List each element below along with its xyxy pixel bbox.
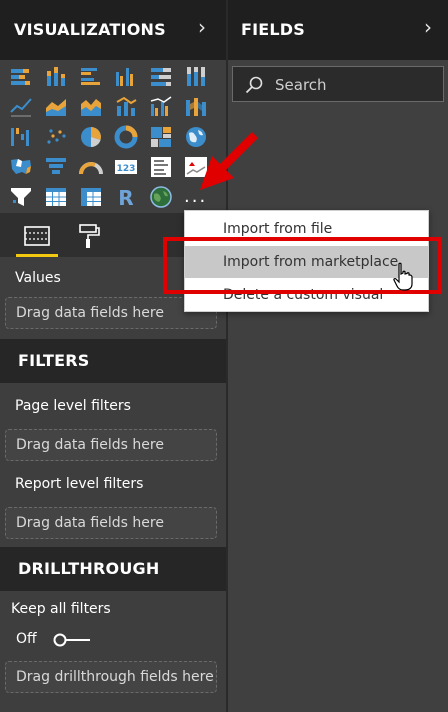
r-visual-icon[interactable]: R [113, 184, 139, 210]
hand-cursor-icon [393, 262, 413, 291]
area-chart-icon[interactable] [43, 94, 69, 120]
page-filters-drop-zone[interactable]: Drag data fields here [5, 429, 217, 461]
report-level-filters-label: Report level filters [15, 476, 144, 492]
globe-map-icon[interactable] [148, 184, 174, 210]
matrix-icon[interactable] [78, 184, 104, 210]
drillthrough-title: DRILLTHROUGH [18, 559, 160, 578]
format-paint-roller-icon[interactable] [74, 221, 104, 251]
line-chart-icon[interactable] [8, 94, 34, 120]
values-label: Values [15, 270, 61, 286]
drillthrough-header: DRILLTHROUGH [0, 547, 226, 591]
line-and-stacked-column-icon[interactable] [113, 94, 139, 120]
active-tab-indicator [16, 254, 58, 257]
red-pointer-arrow-icon [200, 132, 258, 190]
table-icon[interactable] [43, 184, 69, 210]
scatter-chart-icon[interactable] [43, 124, 69, 150]
filters-title: FILTERS [18, 351, 90, 370]
card-icon[interactable]: 123 [113, 154, 139, 180]
donut-chart-icon[interactable] [113, 124, 139, 150]
fields-title: FIELDS [241, 20, 306, 39]
100-percent-stacked-bar-icon[interactable] [148, 64, 174, 90]
funnel-icon[interactable] [43, 154, 69, 180]
stacked-column-chart-icon[interactable] [43, 64, 69, 90]
keep-all-filters-label: Keep all filters [11, 601, 111, 617]
multi-row-card-icon[interactable] [148, 154, 174, 180]
filled-map-icon[interactable] [8, 154, 34, 180]
100-percent-stacked-column-icon[interactable] [183, 64, 209, 90]
ribbon-chart-icon[interactable] [183, 94, 209, 120]
visualizations-header: VISUALIZATIONS › [0, 0, 226, 60]
search-input[interactable] [275, 73, 435, 97]
page-level-filters-label: Page level filters [15, 398, 131, 414]
toggle-state-label: Off [16, 631, 37, 647]
report-filters-drop-zone[interactable]: Drag data fields here [5, 507, 217, 539]
filters-header: FILTERS [0, 339, 226, 383]
drillthrough-drop-zone[interactable]: Drag drillthrough fields here [5, 661, 217, 693]
gauge-icon[interactable] [78, 154, 104, 180]
visualizations-pane: VISUALIZATIONS › 123 R ... Values Drag da… [0, 0, 226, 712]
visualizations-title: VISUALIZATIONS [14, 20, 166, 39]
fields-header: FIELDS › [228, 0, 448, 60]
fields-tab-icon[interactable] [22, 221, 52, 251]
svg-text:R: R [118, 186, 133, 210]
collapse-visualizations-chevron-icon[interactable]: › [198, 17, 206, 37]
line-and-clustered-column-icon[interactable] [148, 94, 174, 120]
stacked-bar-chart-icon[interactable] [8, 64, 34, 90]
stacked-area-chart-icon[interactable] [78, 94, 104, 120]
collapse-fields-chevron-icon[interactable]: › [424, 17, 432, 37]
svg-text:123: 123 [117, 164, 136, 174]
fields-search-box[interactable] [232, 66, 444, 102]
clustered-bar-chart-icon[interactable] [78, 64, 104, 90]
search-icon [245, 76, 263, 94]
clustered-column-chart-icon[interactable] [113, 64, 139, 90]
fields-pane: FIELDS › [228, 0, 448, 712]
treemap-icon[interactable] [148, 124, 174, 150]
slicer-icon[interactable] [8, 184, 34, 210]
waterfall-chart-icon[interactable] [8, 124, 34, 150]
pie-chart-icon[interactable] [78, 124, 104, 150]
keep-filters-toggle[interactable] [52, 632, 92, 647]
